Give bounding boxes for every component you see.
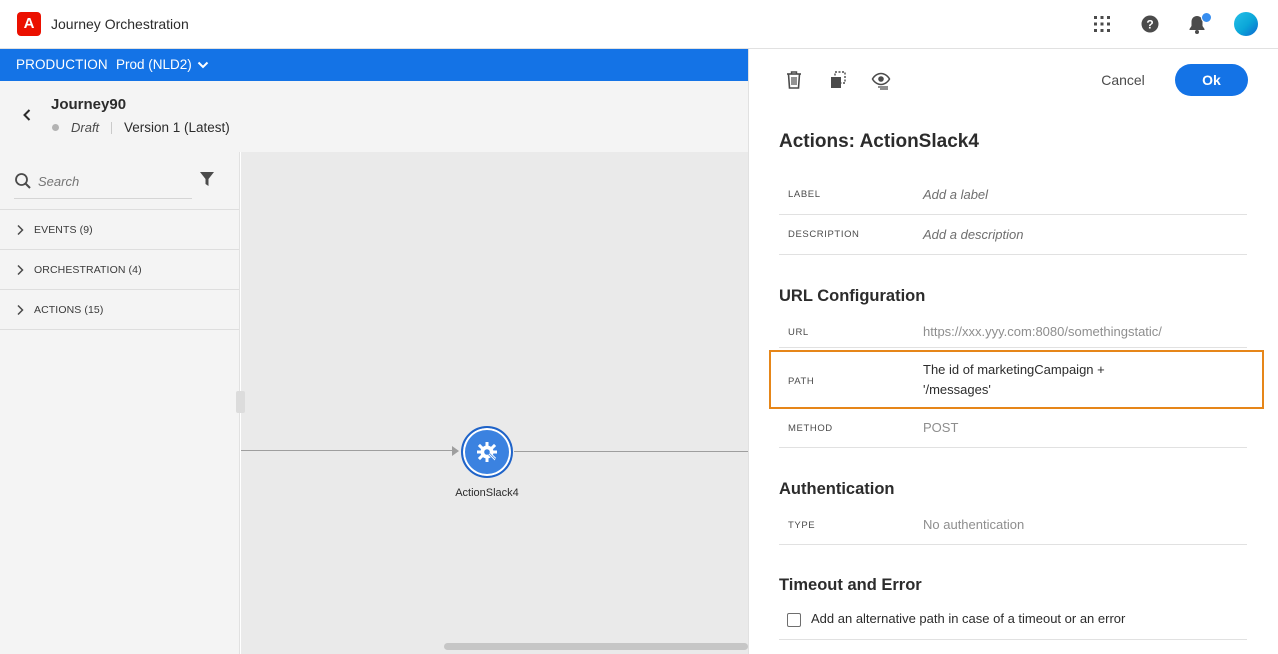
connection-arrow-icon: [452, 446, 459, 456]
palette-category-label: EVENTS (9): [34, 224, 93, 236]
journey-version: Version 1 (Latest): [124, 120, 230, 135]
action-node-label: ActionSlack4: [455, 487, 519, 499]
panel-resize-handle[interactable]: [236, 391, 245, 413]
journey-header: Journey90 Draft Version 1 (Latest): [0, 81, 748, 152]
sandbox-switcher[interactable]: Prod (NLD2): [116, 57, 192, 72]
journey-status: Draft: [71, 120, 100, 135]
timeout-checkbox-label[interactable]: Add an alternative path in case of a tim…: [811, 611, 1125, 626]
description-input[interactable]: Add a description: [923, 227, 1023, 242]
chevron-down-icon[interactable]: [197, 59, 209, 71]
label-input[interactable]: Add a label: [923, 187, 988, 202]
adobe-logo-icon[interactable]: A: [17, 12, 41, 36]
top-bar: A Journey Orchestration ?: [0, 0, 1278, 49]
url-row: URL https://xxx.yyy.com:8080/somethingst…: [779, 315, 1247, 348]
palette-category-label: ORCHESTRATION (4): [34, 264, 142, 276]
palette-category-actions[interactable]: ACTIONS (15): [0, 290, 239, 330]
notification-badge: [1201, 12, 1212, 23]
description-row: DESCRIPTION Add a description: [779, 215, 1247, 255]
path-key: PATH: [788, 376, 815, 387]
chevron-right-icon: [17, 264, 24, 276]
palette-category-orchestration[interactable]: ORCHESTRATION (4): [0, 250, 239, 290]
timeout-error-heading: Timeout and Error: [779, 576, 922, 594]
action-node[interactable]: [461, 426, 513, 478]
method-row: METHOD POST: [779, 411, 1247, 448]
divider: [111, 122, 112, 134]
status-dot: [52, 124, 59, 131]
journey-name: Journey90: [51, 96, 127, 113]
filter-icon[interactable]: [199, 171, 215, 187]
authentication-heading: Authentication: [779, 480, 895, 498]
search-field: [14, 170, 192, 199]
path-row: PATH The id of marketingCampaign + '/mes…: [779, 352, 1247, 407]
path-value[interactable]: The id of marketingCampaign + '/messages…: [923, 360, 1105, 400]
auth-type-key: TYPE: [788, 520, 816, 531]
duplicate-icon[interactable]: [829, 70, 847, 90]
search-input[interactable]: [38, 174, 188, 189]
environment-bar: PRODUCTION Prod (NLD2): [0, 49, 748, 81]
action-gear-icon: [477, 442, 497, 462]
trash-icon[interactable]: [785, 70, 803, 90]
chevron-right-icon: [17, 304, 24, 316]
timeout-checkbox[interactable]: [787, 613, 801, 627]
palette-category-events[interactable]: EVENTS (9): [0, 210, 239, 250]
connection-line: [514, 451, 748, 452]
url-key: URL: [788, 327, 809, 338]
avatar[interactable]: [1234, 12, 1258, 36]
label-key: LABEL: [788, 189, 821, 200]
activity-palette: EVENTS (9) ORCHESTRATION (4) ACTIONS (15…: [0, 152, 240, 654]
divider: [779, 639, 1247, 640]
palette-category-label: ACTIONS (15): [34, 304, 104, 316]
path-value-line: '/messages': [923, 382, 991, 397]
auth-type-row: TYPE No authentication: [779, 508, 1247, 545]
help-icon[interactable]: ?: [1138, 12, 1162, 36]
auth-type-value: No authentication: [923, 517, 1025, 532]
app-title: Journey Orchestration: [51, 16, 189, 32]
path-value-line: The id of marketingCampaign +: [923, 362, 1105, 377]
ok-button[interactable]: Ok: [1175, 64, 1248, 96]
panel-title: Actions: ActionSlack4: [779, 131, 979, 152]
method-value: POST: [923, 420, 959, 435]
journey-canvas[interactable]: [241, 152, 748, 654]
divider: [0, 329, 239, 330]
url-value: https://xxx.yyy.com:8080/somethingstatic…: [923, 324, 1162, 339]
search-icon: [15, 173, 31, 189]
label-row: LABEL Add a label: [779, 175, 1247, 215]
url-configuration-heading: URL Configuration: [779, 287, 926, 305]
description-key: DESCRIPTION: [788, 229, 860, 240]
disable-eye-icon[interactable]: [871, 70, 891, 90]
method-key: METHOD: [788, 423, 833, 434]
chevron-right-icon: [17, 224, 24, 236]
apps-grid-icon[interactable]: [1090, 12, 1114, 36]
environment-label: PRODUCTION: [16, 57, 108, 72]
connection-line: [241, 450, 454, 451]
cancel-button[interactable]: Cancel: [1095, 65, 1151, 95]
action-properties-panel: Cancel Ok Actions: ActionSlack4 LABEL Ad…: [748, 49, 1278, 654]
horizontal-scrollbar[interactable]: [444, 643, 748, 650]
chevron-left-icon[interactable]: [20, 108, 34, 122]
svg-text:?: ?: [1146, 18, 1153, 32]
